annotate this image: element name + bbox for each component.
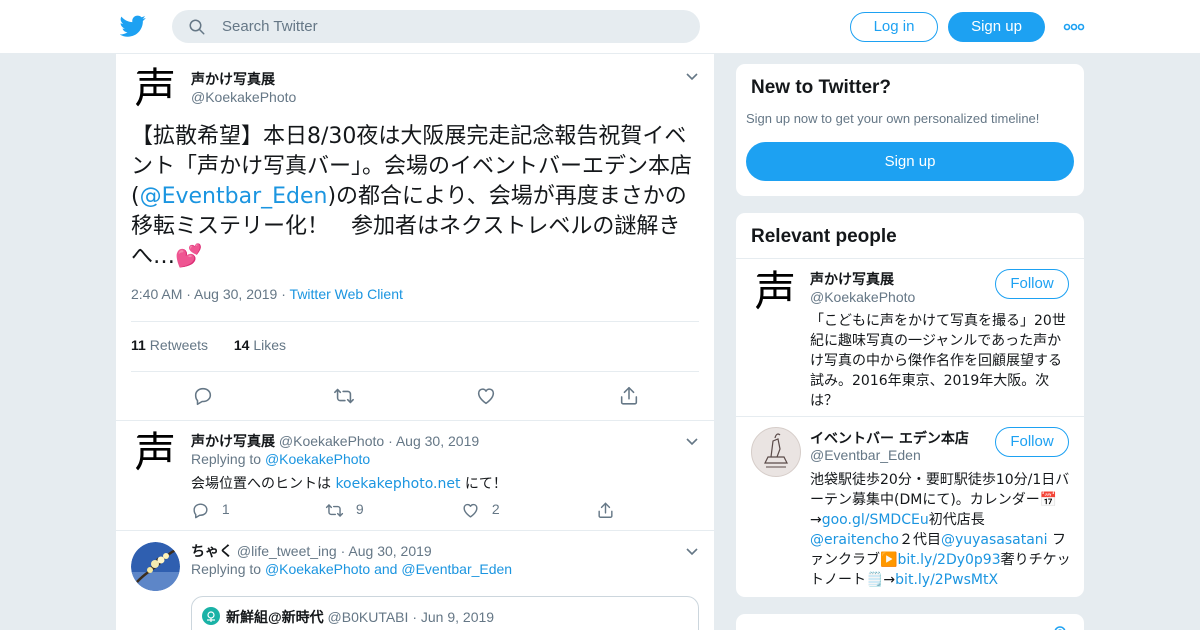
top-navigation-bar: Log in Sign up (0, 0, 1200, 54)
follow-button[interactable]: Follow (995, 269, 1069, 299)
author-handle[interactable]: @KoekakePhoto (279, 433, 384, 449)
chevron-down-icon[interactable] (685, 545, 699, 559)
next-sidebar-card (735, 613, 1085, 630)
card-title: Relevant people (751, 226, 897, 247)
person-name[interactable]: 声かけ写真展 (810, 269, 894, 289)
tweet-time: 2:40 AM (131, 286, 183, 302)
retweets-stat[interactable]: 11 Retweets (131, 337, 208, 353)
tweet-stats: 11 Retweets 14 Likes (131, 337, 286, 353)
avatar[interactable]: 声 (131, 428, 181, 478)
tweet-text: 【拡散希望】本日8/30夜は大阪展完走記念報告祝賀イベント「声かけ写真バー」。会… (131, 124, 693, 269)
avatar[interactable] (751, 427, 801, 477)
reply-count: 1 (221, 501, 230, 518)
replying-to-link[interactable]: @KoekakePhoto and @Eventbar_Eden (265, 561, 512, 577)
quoted-tweet[interactable]: 新鮮組@新時代 @B0KUTABI · Jun 9, 2019 (191, 596, 699, 630)
signup-button[interactable]: Sign up (746, 142, 1074, 181)
tweet-text: 会場位置へのヒントは koekakephoto.net にて！ (191, 476, 507, 492)
like-count: 2 (491, 501, 500, 518)
quoted-header: 新鮮組@新時代 @B0KUTABI · Jun 9, 2019 (226, 609, 495, 625)
person-name[interactable]: イベントバー エデン本店 (810, 428, 969, 448)
timeline-column: 声 声かけ写真展 @KoekakePhoto 【拡散希望】本日8/30夜は大阪展… (115, 54, 715, 630)
avatar-glyph: 声 (134, 428, 177, 477)
divider (131, 371, 699, 372)
tweet-metadata: 2:40 AM · Aug 30, 2019 · Twitter Web Cli… (131, 286, 403, 302)
person-entry[interactable]: イベントバー エデン本店 @Eventbar_Eden Follow 池袋駅徒歩… (736, 418, 1084, 597)
reply-header: 声かけ写真展 @KoekakePhoto · Aug 30, 2019 (191, 433, 480, 449)
author-name[interactable]: 声かけ写真展 (191, 433, 275, 449)
avatar[interactable] (202, 607, 220, 625)
person-handle[interactable]: @KoekakePhoto (810, 289, 915, 305)
likes-stat[interactable]: 14 Likes (234, 337, 286, 353)
replying-to: Replying to @KoekakePhoto (191, 451, 371, 467)
mention-link[interactable]: @Eventbar_Eden (140, 184, 328, 209)
retweet-icon (325, 504, 344, 517)
bio-mention-link[interactable]: @eraitencho (810, 532, 899, 548)
like-heart-icon (463, 503, 478, 518)
quoted-author-handle[interactable]: @B0KUTABI (328, 609, 409, 625)
login-button[interactable]: Log in (850, 12, 938, 42)
retweet-action[interactable]: 9 (325, 501, 364, 520)
share-action[interactable] (596, 501, 615, 520)
twitter-bird-logo-icon[interactable] (120, 13, 146, 39)
person-entry[interactable]: 声 声かけ写真展 @KoekakePhoto Follow 「こどもに声をかけて… (736, 259, 1084, 417)
replying-to-link[interactable]: @KoekakePhoto (265, 451, 370, 467)
replying-to: Replying to @KoekakePhoto and @Eventbar_… (191, 561, 513, 577)
retweet-icon[interactable] (333, 385, 355, 407)
signup-button[interactable]: Sign up (948, 12, 1045, 42)
like-heart-icon[interactable] (475, 385, 497, 407)
author-handle[interactable]: @KoekakePhoto (191, 89, 296, 105)
reply-tweet[interactable]: 声 声かけ写真展 @KoekakePhoto · Aug 30, 2019 Re… (116, 421, 714, 531)
reply-icon[interactable] (192, 385, 214, 407)
reply-icon (193, 503, 208, 519)
url-link[interactable]: koekakephoto.net (335, 476, 460, 492)
author-name[interactable]: ちゃく (191, 543, 233, 559)
share-icon[interactable] (618, 385, 640, 407)
chevron-down-icon[interactable] (685, 70, 699, 84)
search-input[interactable] (222, 10, 682, 43)
quoted-author-name[interactable]: 新鮮組@新時代 (226, 609, 324, 625)
search-box[interactable] (172, 10, 700, 43)
author-handle[interactable]: @life_tweet_ing (237, 543, 337, 559)
avatar[interactable] (131, 542, 180, 591)
like-action[interactable]: 2 (461, 501, 500, 520)
card-title: New to Twitter? (751, 77, 892, 98)
avatar[interactable]: 声 (751, 267, 801, 317)
avatar[interactable]: 声 (131, 64, 181, 114)
chevron-down-icon[interactable] (685, 435, 699, 449)
bio-link[interactable]: bit.ly/2Dy0p93 (897, 552, 1000, 568)
gear-icon[interactable] (1052, 624, 1068, 630)
person-bio: 「こどもに声をかけて写真を撮る」20世紀に趣味写真の一ジャンルであった声かけ写真… (810, 313, 1066, 409)
reply-action[interactable]: 1 (191, 501, 230, 520)
new-to-twitter-card: New to Twitter? Sign up now to get your … (735, 63, 1085, 197)
quoted-date[interactable]: Jun 9, 2019 (421, 609, 494, 625)
tweet-date: Aug 30, 2019 (194, 286, 278, 302)
reply-header: ちゃく @life_tweet_ing · Aug 30, 2019 (191, 543, 432, 559)
person-handle[interactable]: @Eventbar_Eden (810, 447, 921, 463)
more-options-icon[interactable] (1063, 18, 1085, 36)
avatar-glyph: 声 (754, 267, 797, 316)
follow-button[interactable]: Follow (995, 427, 1069, 457)
retweet-count: 9 (355, 501, 364, 518)
bio-mention-link[interactable]: @yuyasasatani (941, 532, 1048, 548)
card-subtitle: Sign up now to get your own personalized… (746, 111, 1040, 126)
avatar-glyph: 声 (134, 64, 177, 113)
main-tweet: 声 声かけ写真展 @KoekakePhoto 【拡散希望】本日8/30夜は大阪展… (116, 54, 714, 421)
person-bio: 池袋駅徒歩20分・要町駅徒歩10分/1日バーテン募集中(DMにて)。カレンダー📅… (810, 472, 1071, 588)
bio-link[interactable]: goo.gl/SMDCEu (822, 512, 929, 528)
author-name[interactable]: 声かけ写真展 (191, 69, 275, 89)
search-icon (189, 19, 205, 35)
divider (131, 321, 699, 322)
relevant-people-card: Relevant people 声 声かけ写真展 @KoekakePhoto F… (735, 212, 1085, 598)
tweet-client-link[interactable]: Twitter Web Client (290, 286, 403, 302)
tweet-date[interactable]: Aug 30, 2019 (396, 433, 479, 449)
tweet-date[interactable]: Aug 30, 2019 (348, 543, 431, 559)
share-icon (598, 502, 613, 518)
bio-link[interactable]: bit.ly/2PwsMtX (895, 572, 998, 588)
